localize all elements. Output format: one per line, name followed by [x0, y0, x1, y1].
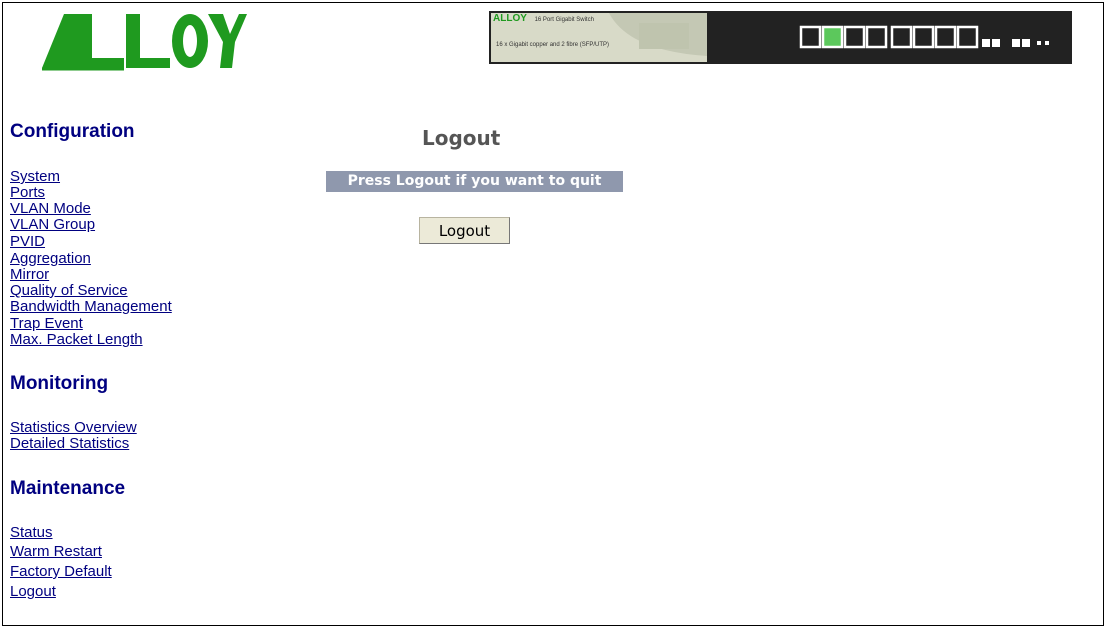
- nav-item-statistics-overview[interactable]: Statistics Overview: [10, 420, 137, 436]
- alloy-logo: [42, 14, 247, 71]
- nav-item-max-packet-length[interactable]: Max. Packet Length: [10, 332, 143, 348]
- nav-item-detailed-statistics[interactable]: Detailed Statistics: [10, 436, 129, 452]
- logout-notice: Press Logout if you want to quit: [326, 171, 623, 192]
- nav-item-vlan-mode[interactable]: VLAN Mode: [10, 201, 91, 217]
- nav-item-mirror[interactable]: Mirror: [10, 267, 49, 283]
- device-text: ALLOY 16 Port Gigabit Switch 16 x Gigabi…: [493, 13, 693, 49]
- nav-item-quality-of-service[interactable]: Quality of Service: [10, 283, 128, 299]
- frame-bottom-border: [2, 625, 1104, 626]
- nav-heading-maintenance: Maintenance: [10, 478, 126, 499]
- nav-item-warm-restart[interactable]: Warm Restart: [10, 544, 102, 560]
- device-sub-text: 16 x Gigabit copper and 2 fibre (SFP/UTP…: [496, 42, 610, 48]
- nav-item-status[interactable]: Status: [10, 525, 53, 541]
- logout-button[interactable]: Logout: [419, 217, 510, 244]
- nav-item-trap-event[interactable]: Trap Event: [10, 316, 83, 332]
- nav-heading-configuration: Configuration: [10, 121, 135, 142]
- nav-item-logout[interactable]: Logout: [10, 584, 56, 600]
- nav-item-system[interactable]: System: [10, 169, 60, 185]
- device-logo-text: ALLOY: [493, 13, 527, 24]
- nav-item-bandwidth-management[interactable]: Bandwidth Management: [10, 299, 172, 315]
- nav-item-aggregation[interactable]: Aggregation: [10, 251, 91, 267]
- page-title: Logout: [422, 126, 501, 150]
- device-model-text: 16 Port Gigabit Switch: [534, 17, 594, 23]
- nav-item-pvid[interactable]: PVID: [10, 234, 45, 250]
- nav-item-factory-default[interactable]: Factory Default: [10, 564, 112, 580]
- nav-item-ports[interactable]: Ports: [10, 185, 45, 201]
- nav-heading-monitoring: Monitoring: [10, 373, 109, 394]
- nav-item-vlan-group[interactable]: VLAN Group: [10, 217, 95, 233]
